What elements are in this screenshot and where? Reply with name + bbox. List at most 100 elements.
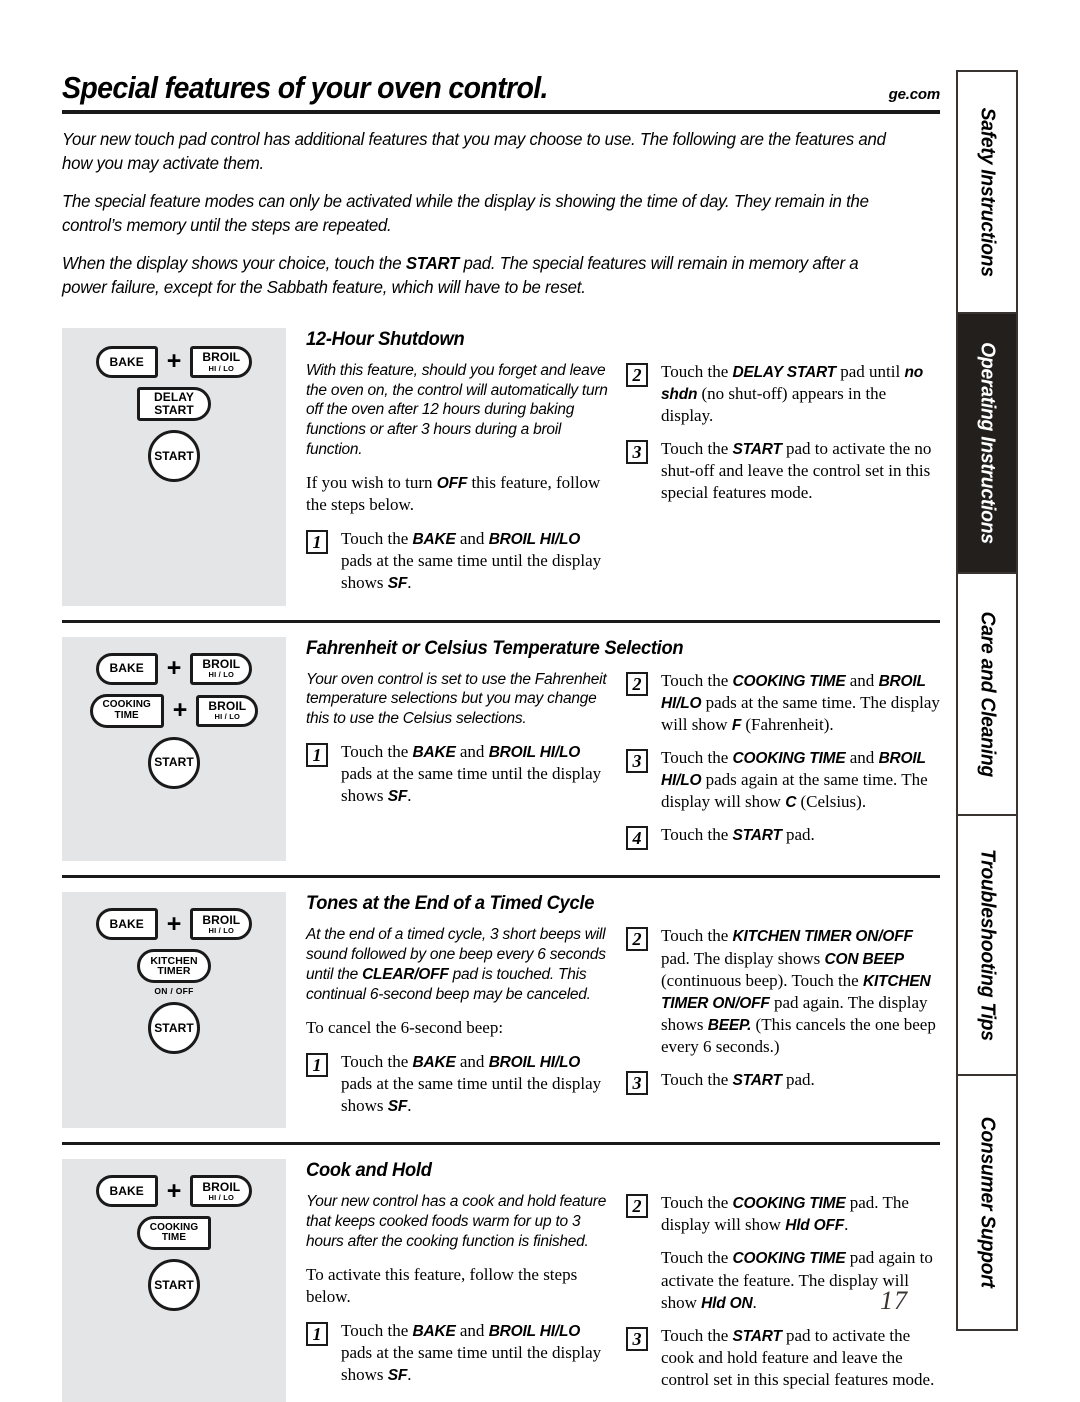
pad-row-kitchen-timer: KITCHEN TIMER <box>62 949 286 984</box>
main-content: Special features of your oven control. g… <box>62 70 940 1402</box>
step-number: 2 <box>626 927 648 952</box>
pad-row-start: START <box>62 1002 286 1055</box>
section-body-cook-hold: Cook and Hold Your new control has a coo… <box>286 1159 940 1402</box>
tab-safety-instructions[interactable]: Safety Instructions <box>958 72 1016 314</box>
temperature-description: Your oven control is set to use the Fahr… <box>306 670 607 728</box>
pad-row-start: START <box>62 736 286 789</box>
column-left-tones: At the end of a timed cycle, 3 short bee… <box>306 925 626 1128</box>
step-item: 2 Touch the KITCHEN TIMER ON/OFF pad. Th… <box>626 925 940 1058</box>
tab-troubleshooting-tips[interactable]: Troubleshooting Tips <box>958 816 1016 1076</box>
step-item: 2 Touch the COOKING TIME and BROIL HI/LO… <box>626 670 940 736</box>
tab-label: Operating Instructions <box>976 342 999 544</box>
pad-row-bake-broil: BAKE + BROIL HI / LO <box>62 345 286 378</box>
pad-diagram-cook-hold: BAKE + BROIL HI / LO COOKING TIME START <box>62 1159 286 1402</box>
step-text: Touch the BAKE and BROIL HI/LO pads at t… <box>341 529 602 593</box>
section-cook-and-hold: BAKE + BROIL HI / LO COOKING TIME START Co… <box>62 1142 940 1402</box>
step-item: 1 Touch the BAKE and BROIL HI/LO pads at… <box>306 1051 612 1117</box>
intro3-bold: START <box>405 252 460 273</box>
pad-bake[interactable]: BAKE <box>95 908 158 941</box>
section-temperature-selection: BAKE + BROIL HI / LO COOKING TIME + BROIL H… <box>62 619 940 862</box>
shutdown-description: With this feature, should you forget and… <box>306 361 608 459</box>
pad-delay-start-label: START <box>154 402 194 417</box>
pad-broil-hi-lo[interactable]: BROIL HI / LO <box>190 1175 253 1208</box>
pad-row-start: START <box>62 1259 286 1312</box>
step-text: Touch the BAKE and BROIL HI/LO pads at t… <box>341 1320 602 1385</box>
section-body-shutdown: 12-Hour Shutdown With this feature, shou… <box>286 328 940 606</box>
shutdown-lead-bold: OFF <box>436 474 468 492</box>
pad-kitchen-timer[interactable]: KITCHEN TIMER <box>137 949 211 984</box>
step-text: Touch the START pad to activate the cook… <box>661 1325 935 1390</box>
pad-diagram-temperature: BAKE + BROIL HI / LO COOKING TIME + BROIL H… <box>62 636 286 862</box>
plus-sign: + <box>166 1176 182 1205</box>
pad-broil-hi-lo[interactable]: BROIL HI / LO <box>190 908 253 941</box>
intro-paragraph-3: When the display shows your choice, touc… <box>62 252 905 300</box>
step-number: 1 <box>306 743 328 768</box>
step-number: 3 <box>626 748 648 773</box>
feature-title-shutdown: 12-Hour Shutdown <box>306 327 465 350</box>
step-number: 1 <box>306 1052 328 1077</box>
pad-row-cooking-time: COOKING TIME <box>62 1216 286 1251</box>
pad-bake[interactable]: BAKE <box>95 345 158 378</box>
section-body-tones: Tones at the End of a Timed Cycle At the… <box>286 892 940 1128</box>
page-title: Special features of your oven control. <box>62 70 548 105</box>
document-page: Special features of your oven control. g… <box>0 0 1080 1402</box>
pad-start-label: START <box>154 448 194 463</box>
pad-bake[interactable]: BAKE <box>95 652 158 685</box>
pad-delay-start[interactable]: DELAY START <box>137 386 211 421</box>
section-tones-timed-cycle: BAKE + BROIL HI / LO KITCHEN TIMER ON / OF… <box>62 875 940 1129</box>
pad-broil-hi-lo[interactable]: BROIL HI / LO <box>190 652 253 685</box>
pad-start[interactable]: START <box>148 429 200 482</box>
step-text: Touch the COOKING TIME and BROIL HI/LO p… <box>661 670 940 734</box>
tab-operating-instructions[interactable]: Operating Instructions <box>958 314 1016 574</box>
step-number: 3 <box>626 440 648 465</box>
step-item: 3 Touch the START pad. <box>626 1069 940 1096</box>
step-text: Touch the START pad. <box>661 1070 815 1090</box>
pad-bake[interactable]: BAKE <box>95 1175 158 1208</box>
pad-row-bake-broil: BAKE + BROIL HI / LO <box>62 908 286 941</box>
step-item: 4 Touch the START pad. <box>626 824 940 851</box>
step-number: 2 <box>626 1194 648 1219</box>
pad-start[interactable]: START <box>148 1002 200 1055</box>
pad-cooking-time[interactable]: COOKING TIME <box>137 1216 211 1251</box>
tab-label: Care and Cleaning <box>976 611 999 777</box>
pad-row-bake-broil: BAKE + BROIL HI / LO <box>62 652 286 685</box>
tab-care-and-cleaning[interactable]: Care and Cleaning <box>958 574 1016 816</box>
pad-row-start: START <box>62 429 286 482</box>
column-right-tones: 2 Touch the KITCHEN TIMER ON/OFF pad. Th… <box>626 925 940 1128</box>
step-text: Touch the COOKING TIME and BROIL HI/LO p… <box>661 747 928 812</box>
step-number: 3 <box>626 1071 648 1096</box>
page-number: 17 <box>880 1286 908 1315</box>
tab-consumer-support[interactable]: Consumer Support <box>958 1076 1016 1329</box>
plus-sign: + <box>166 654 182 683</box>
step-item: 2 Touch the COOKING TIME pad. The displa… <box>626 1192 940 1236</box>
feature-title-cook-hold: Cook and Hold <box>306 1159 432 1182</box>
step-item: 1 Touch the BAKE and BROIL HI/LO pads at… <box>306 741 612 807</box>
section-tabs-sidebar: Safety Instructions Operating Instructio… <box>956 70 1018 1331</box>
pad-cooking-time[interactable]: COOKING TIME <box>89 693 164 728</box>
section-12-hour-shutdown: BAKE + BROIL HI / LO DELAY START START 12-… <box>62 314 940 606</box>
kitchen-timer-on-off-label: ON / OFF <box>154 986 194 997</box>
pad-broil-hi-lo[interactable]: BROIL HI / LO <box>196 694 259 727</box>
ge-website-label: ge.com <box>888 86 941 103</box>
intro-paragraph-1: Your new touch pad control has additiona… <box>62 129 886 173</box>
tones-instruction-lead: To cancel the 6-second beep: <box>306 1017 504 1037</box>
intro-paragraph-2: The special feature modes can only be ac… <box>62 190 869 235</box>
column-left-shutdown: With this feature, should you forget and… <box>306 361 626 606</box>
column-right-temperature: 2 Touch the COOKING TIME and BROIL HI/LO… <box>626 670 940 862</box>
column-right-shutdown: 2 Touch the DELAY START pad until no shd… <box>626 361 940 606</box>
column-left-cook-hold: Your new control has a cook and hold fea… <box>306 1192 626 1402</box>
pad-broil-hi-lo[interactable]: BROIL HI / LO <box>190 345 253 378</box>
pad-delay-label: DELAY <box>153 390 195 405</box>
intro3-a: When the display shows your choice, touc… <box>62 252 406 273</box>
pad-start[interactable]: START <box>148 736 200 789</box>
step-number: 1 <box>306 530 328 555</box>
step-text: Touch the KITCHEN TIMER ON/OFF pad. The … <box>661 926 936 1057</box>
pad-diagram-tones: BAKE + BROIL HI / LO KITCHEN TIMER ON / OF… <box>62 892 286 1129</box>
plus-sign: + <box>172 696 188 725</box>
step-number: 4 <box>626 826 648 851</box>
pad-start[interactable]: START <box>148 1259 200 1312</box>
pad-broil-label: BROIL <box>202 350 241 365</box>
step-text: Touch the START pad. <box>661 825 815 845</box>
step-item: 2 Touch the DELAY START pad until no shd… <box>626 361 940 427</box>
step-text: Touch the DELAY START pad until no shdn … <box>661 361 923 426</box>
